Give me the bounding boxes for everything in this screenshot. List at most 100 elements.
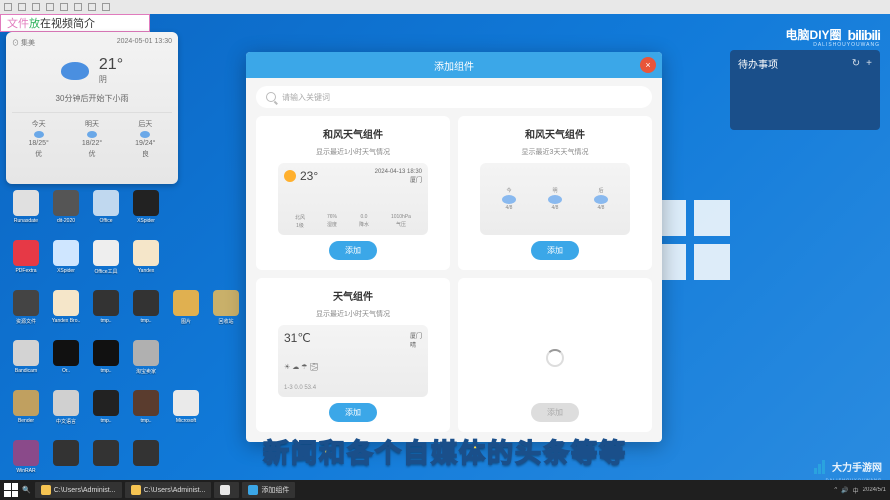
add-button[interactable]: 添加 (329, 241, 377, 260)
desktop-icon[interactable]: 淘宝卖家 (128, 340, 164, 384)
taskbar-app-icon (248, 485, 258, 495)
day-range: 19/24° (135, 140, 155, 147)
app-icon (173, 290, 199, 316)
desktop-icon[interactable]: Yandex (128, 240, 164, 284)
weather-widget[interactable]: ⊙ 集美 2024-05-01 13:30 21° 阴 30分钟后开始下小雨 今… (6, 32, 178, 184)
todo-title: 待办事项 (738, 56, 778, 71)
day-quality: 良 (142, 149, 149, 159)
icon-label: Or.. (48, 368, 84, 374)
desktop-icon[interactable]: PDFextra (8, 240, 44, 284)
dialog-header: 添加组件 × (246, 52, 662, 78)
cloud-icon (548, 195, 562, 204)
taskbar-item-label: 添加组件 (261, 485, 289, 495)
desktop-icon[interactable]: Office工具 (88, 240, 124, 284)
desktop-icon[interactable] (128, 440, 164, 484)
desktop-icon[interactable]: Yandex Bro.. (48, 290, 84, 334)
app-icon (93, 440, 119, 466)
app-icon (93, 390, 119, 416)
icon-label: Bandicam (8, 368, 44, 374)
desktop-icon[interactable]: tmp.. (128, 390, 164, 434)
desktop-icon[interactable]: Bandicam (8, 340, 44, 384)
desktop-icon[interactable]: Runasdate (8, 190, 44, 234)
app-icon (133, 440, 159, 466)
todo-widget[interactable]: 待办事项 ↻ + (730, 50, 880, 130)
desktop-icon[interactable]: Office (88, 190, 124, 234)
add-button[interactable]: 添加 (531, 241, 579, 260)
add-widget-dialog: 添加组件 × 请输入关键词 和风天气组件 显示最近1小时天气情况 23°2024… (246, 52, 662, 442)
system-tray[interactable]: ^ 🔊 中 2024/5/1 (834, 486, 886, 495)
tray-volume-icon[interactable]: 🔊 (841, 487, 848, 494)
desktop-icon[interactable]: tmp.. (88, 290, 124, 334)
icon-label: Yandex (128, 268, 164, 274)
taskbar-item[interactable]: C:\Users\Administ... (35, 482, 122, 498)
day-range: 18/25° (29, 140, 49, 147)
watermark-text: 大力手游网 (832, 459, 882, 474)
desktop-icon[interactable]: Microsoft (168, 390, 204, 434)
start-button[interactable] (4, 483, 18, 497)
icon-label: tmp.. (128, 318, 164, 324)
desktop-icon[interactable]: tmp.. (128, 290, 164, 334)
app-icon (213, 290, 239, 316)
app-icon (53, 340, 79, 366)
add-button[interactable]: 添加 (329, 403, 377, 422)
titlebar-icon (4, 3, 12, 11)
icon-label: 图片 (168, 318, 204, 325)
desktop-icon[interactable]: WinRAR (8, 440, 44, 484)
taskbar[interactable]: 🔍 C:\Users\Administ... C:\Users\Administ… (0, 480, 890, 500)
app-icon (13, 290, 39, 316)
desktop-icon[interactable]: tmp.. (88, 340, 124, 384)
desktop-icon[interactable]: Bender (8, 390, 44, 434)
app-icon (133, 390, 159, 416)
day-name: 明天 (85, 119, 99, 129)
weather-location: 集美 (21, 40, 35, 47)
desktop-icon[interactable]: tmp.. (88, 390, 124, 434)
icon-label: Office工具 (88, 268, 124, 275)
close-icon[interactable]: × (640, 57, 656, 73)
widget-preview: 31℃厦门晴 ☀ ☁ ☂ 🌫 1-3 0.0 53.4 (278, 325, 428, 397)
tray-chevron-icon[interactable]: ^ (834, 487, 837, 493)
desktop-icon[interactable]: dit-2020 (48, 190, 84, 234)
todo-add-icon[interactable]: + (866, 58, 872, 69)
icon-label: 淘宝卖家 (128, 368, 164, 375)
watermark-logo-icon (814, 460, 828, 474)
forecast-day: 后天 19/24° 良 (135, 119, 155, 159)
desktop-icon[interactable]: Or.. (48, 340, 84, 384)
desktop-icon[interactable]: XSpider (48, 240, 84, 284)
video-subtitle: 新闻和各个自媒体的头条等等 (263, 433, 627, 470)
banner-word1: 文件 (7, 15, 29, 31)
desktop-icon[interactable]: 回收站 (208, 290, 244, 334)
tray-ime-icon[interactable]: 中 (853, 486, 859, 495)
titlebar-icon (102, 3, 110, 11)
cloud-icon (34, 131, 44, 138)
taskbar-app-icon (131, 485, 141, 495)
icon-label: tmp.. (88, 368, 124, 374)
taskbar-item[interactable]: C:\Users\Administ... (125, 482, 212, 498)
desktop-icon[interactable]: XSpider (128, 190, 164, 234)
taskbar-search-icon[interactable]: 🔍 (22, 486, 31, 494)
card-subtitle: 显示最近1小时天气情况 (316, 309, 390, 319)
icon-label: Yandex Bro.. (48, 318, 84, 324)
desktop-icon[interactable]: 图片 (168, 290, 204, 334)
app-icon (93, 290, 119, 316)
desktop-icon[interactable] (48, 440, 84, 484)
tray-date[interactable]: 2024/5/1 (863, 487, 886, 493)
icon-label: PDFextra (8, 268, 44, 274)
search-input[interactable]: 请输入关键词 (256, 86, 652, 108)
desktop-icon[interactable]: 中文语言 (48, 390, 84, 434)
banner-word3: 在视频简介 (40, 15, 95, 31)
todo-refresh-icon[interactable]: ↻ (852, 58, 860, 69)
taskbar-item-label: C:\Users\Administ... (54, 487, 116, 494)
taskbar-app-icon (41, 485, 51, 495)
weather-condition: 阴 (99, 74, 123, 85)
search-placeholder: 请输入关键词 (282, 92, 330, 103)
icon-label: Office (88, 218, 124, 224)
titlebar-icon (46, 3, 54, 11)
taskbar-item[interactable] (214, 482, 239, 498)
location-icon: ⊙ (12, 40, 19, 47)
widget-card: 添加 (458, 278, 652, 432)
brand-name: 电脑DIY圈 (786, 26, 842, 43)
desktop-icon[interactable] (88, 440, 124, 484)
desktop-icon[interactable]: 资源文件 (8, 290, 44, 334)
card-title (554, 288, 557, 299)
taskbar-item[interactable]: 添加组件 (242, 482, 295, 498)
